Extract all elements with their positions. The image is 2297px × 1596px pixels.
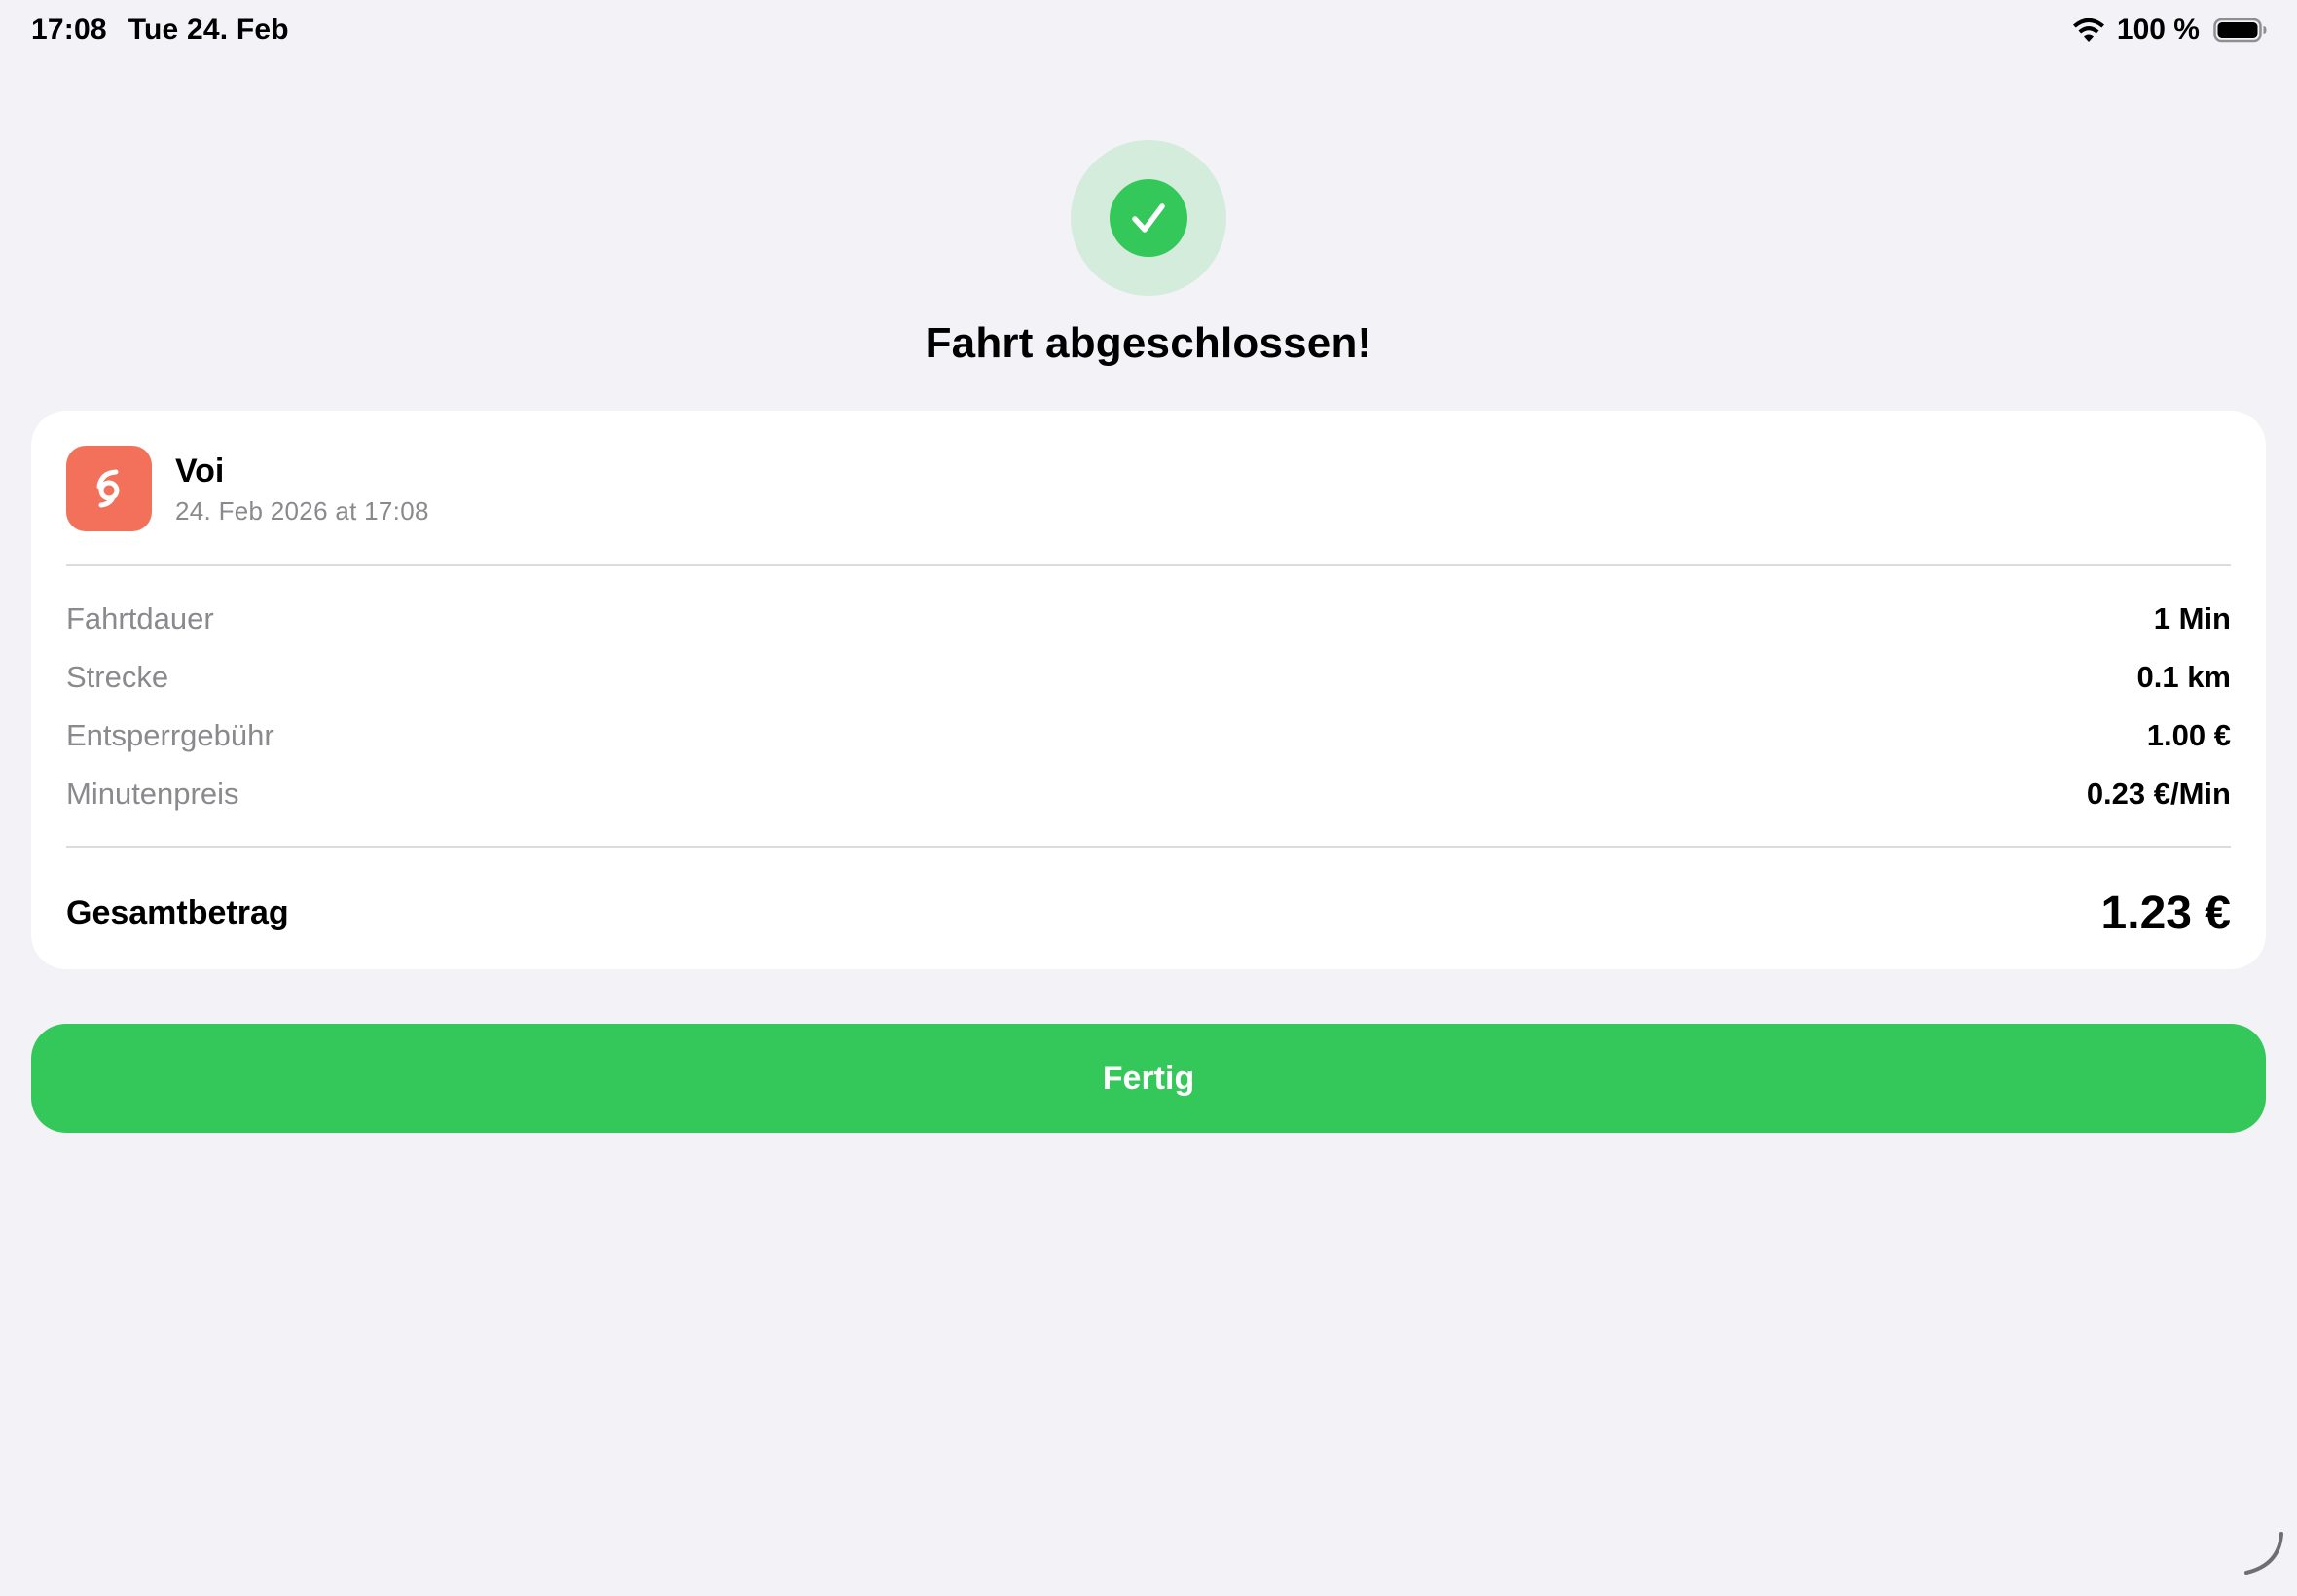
total-label: Gesamtbetrag bbox=[66, 893, 289, 931]
detail-row-minute-price: Minutenpreis 0.23 €/Min bbox=[66, 765, 2231, 823]
detail-value: 1.00 € bbox=[2146, 718, 2231, 752]
wifi-icon bbox=[2072, 18, 2104, 42]
success-badge-inner bbox=[1110, 179, 1187, 257]
battery-icon bbox=[2213, 18, 2267, 43]
detail-label: Fahrtdauer bbox=[66, 601, 214, 635]
provider-logo bbox=[66, 446, 152, 531]
resize-handle-icon[interactable] bbox=[2239, 1530, 2285, 1577]
battery-percentage: 100 % bbox=[2116, 14, 2200, 46]
detail-value: 0.23 €/Min bbox=[2086, 777, 2231, 811]
detail-value: 0.1 km bbox=[2136, 660, 2231, 694]
status-left: 17:08 Tue 24. Feb bbox=[31, 14, 289, 47]
page-title: Fahrt abgeschlossen! bbox=[925, 319, 1372, 367]
ride-complete-screen: 17:08 Tue 24. Feb 100 % Fahrt abgeschlos… bbox=[0, 0, 2297, 1596]
ride-timestamp: 24. Feb 2026 at 17:08 bbox=[175, 495, 429, 526]
success-badge bbox=[1071, 140, 1226, 296]
total-row: Gesamtbetrag 1.23 € bbox=[66, 874, 2231, 952]
detail-value: 1 Min bbox=[2153, 601, 2231, 635]
detail-label: Strecke bbox=[66, 660, 169, 694]
total-amount: 1.23 € bbox=[2100, 887, 2231, 939]
detail-label: Entsperrgebühr bbox=[66, 718, 274, 752]
status-time: 17:08 bbox=[31, 14, 107, 46]
done-button[interactable]: Fertig bbox=[31, 1024, 2266, 1133]
ride-summary-card: Voi 24. Feb 2026 at 17:08 Fahrtdauer 1 M… bbox=[31, 411, 2266, 969]
detail-row-distance: Strecke 0.1 km bbox=[66, 648, 2231, 707]
provider-text: Voi 24. Feb 2026 at 17:08 bbox=[175, 452, 429, 526]
status-date: Tue 24. Feb bbox=[128, 14, 289, 46]
provider-row: Voi 24. Feb 2026 at 17:08 bbox=[66, 446, 429, 531]
detail-label: Minutenpreis bbox=[66, 777, 239, 811]
voi-logo-icon bbox=[96, 469, 120, 508]
divider bbox=[66, 846, 2231, 848]
provider-name: Voi bbox=[175, 452, 225, 490]
detail-row-unlock-fee: Entsperrgebühr 1.00 € bbox=[66, 707, 2231, 765]
checkmark-icon bbox=[1132, 203, 1165, 233]
status-right: 100 % bbox=[2070, 14, 2268, 47]
divider bbox=[66, 564, 2231, 566]
detail-row-duration: Fahrtdauer 1 Min bbox=[66, 590, 2231, 648]
status-bar: 17:08 Tue 24. Feb 100 % bbox=[0, 0, 2297, 62]
